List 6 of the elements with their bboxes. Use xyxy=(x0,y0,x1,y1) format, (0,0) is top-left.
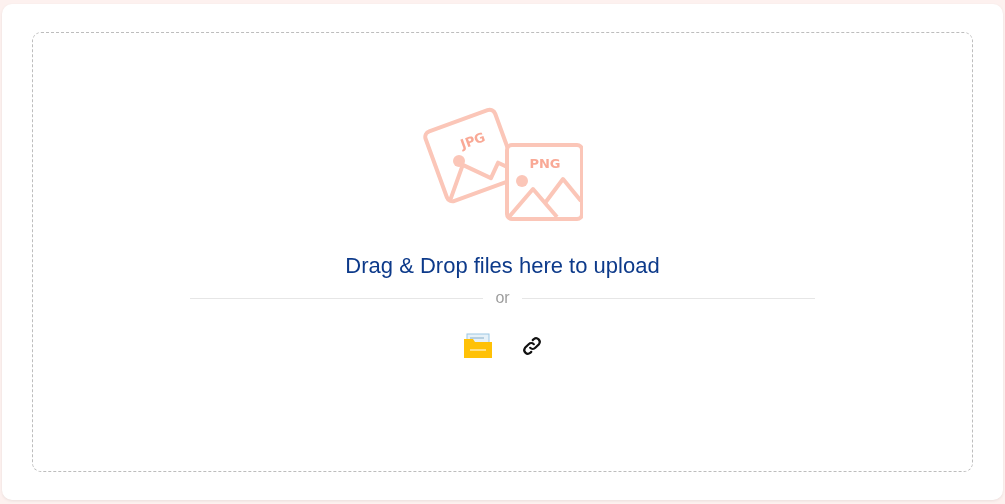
upload-heading: Drag & Drop files here to upload xyxy=(345,253,660,279)
drop-zone[interactable]: JPG PNG Drag & Drop files here to upload or xyxy=(32,32,973,472)
format-label: PNG xyxy=(528,156,561,171)
separator-text: or xyxy=(495,289,510,307)
format-label: JPG xyxy=(458,129,487,152)
link-icon[interactable] xyxy=(520,335,543,357)
